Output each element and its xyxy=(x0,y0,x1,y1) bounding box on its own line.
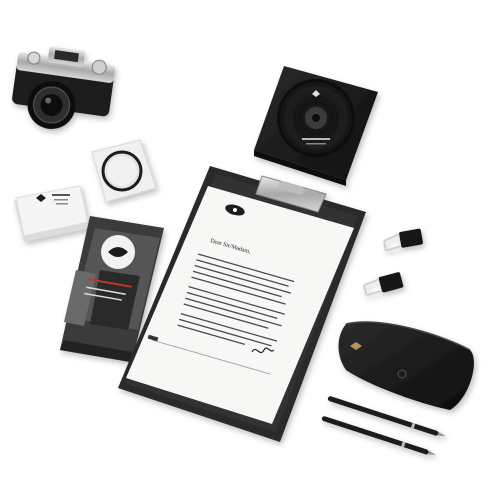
camera xyxy=(12,46,116,130)
binder-clips xyxy=(362,228,423,297)
mockup-illustration: Dear Sir/Madam, xyxy=(12,46,474,456)
glasses-case xyxy=(338,321,474,410)
cd-case xyxy=(254,66,378,186)
pens xyxy=(321,396,446,456)
business-cards xyxy=(14,185,90,242)
stationery-mockup-scene: Dear Sir/Madam, xyxy=(0,0,500,500)
lens-filter xyxy=(91,139,157,203)
